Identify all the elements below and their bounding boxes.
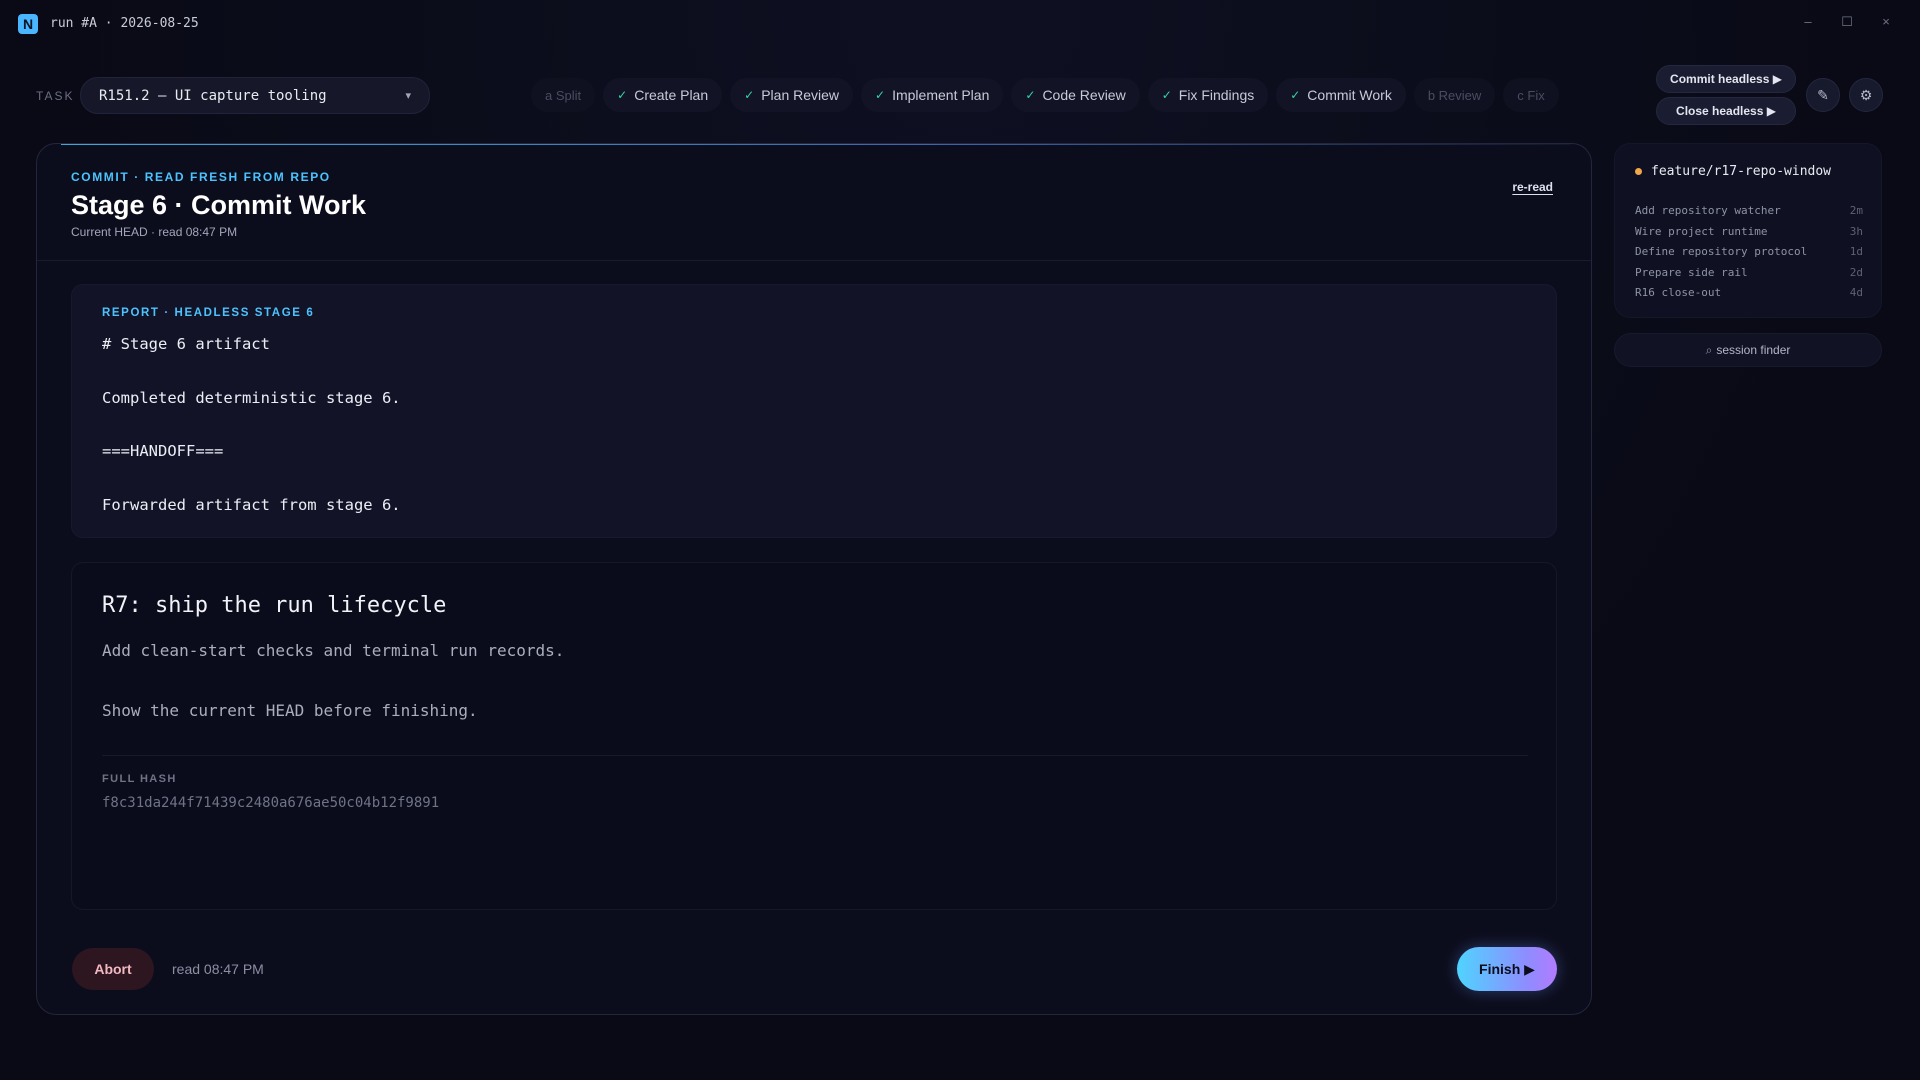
commit-age: 2d	[1849, 265, 1863, 279]
maximize-icon[interactable]: ☐	[1837, 14, 1857, 30]
commit-headless-button[interactable]: Commit headless ▶	[1656, 65, 1796, 93]
finish-button[interactable]: Finish ▶	[1457, 947, 1557, 991]
report-line: Forwarded artifact from stage 6.	[102, 496, 401, 514]
report-line: Completed deterministic stage 6.	[102, 389, 401, 407]
branch-label: feature/r17-repo-window	[1651, 164, 1832, 179]
list-item[interactable]: Prepare side rail 2d	[1635, 266, 1863, 279]
commit-age: 4d	[1849, 286, 1863, 299]
task-select-value: R151.2 — UI capture tooling	[99, 87, 327, 104]
commit-age: 2m	[1849, 204, 1863, 217]
commit-age: 1d	[1849, 245, 1863, 258]
stage-tab[interactable]: ✓ Implement Plan	[861, 78, 1004, 112]
task-label: TASK	[36, 89, 75, 103]
panel-eyebrow: COMMIT · READ FRESH FROM REPO	[71, 170, 331, 184]
list-item[interactable]: Add repository watcher 2m	[1635, 204, 1863, 217]
edit-icon[interactable]: ✎	[1806, 78, 1840, 112]
abort-button[interactable]: Abort	[72, 948, 154, 990]
stage-tab-label: Fix Findings	[1178, 87, 1255, 103]
divider	[37, 260, 1591, 261]
check-icon: ✓	[617, 88, 628, 102]
close-headless-button[interactable]: Close headless ▶	[1656, 97, 1796, 125]
stage-tab-label: Create Plan	[634, 87, 709, 103]
commit-card: R7: ship the run lifecycle Add clean-sta…	[71, 562, 1557, 910]
stage-tab-label: Commit Work	[1307, 87, 1392, 103]
window-title: run #A · 2026-08-25	[50, 16, 199, 31]
stage-tab-label: Implement Plan	[892, 87, 990, 103]
check-icon: ✓	[744, 88, 755, 102]
stage-tab[interactable]: ✓ Commit Work	[1276, 78, 1406, 112]
commit-age: 3h	[1849, 224, 1863, 238]
stage-tab[interactable]: ✓ Fix Findings	[1147, 78, 1269, 112]
list-item[interactable]: Wire project runtime 3h	[1635, 225, 1863, 238]
commit-message: Prepare side rail	[1635, 265, 1748, 279]
commit-panel: COMMIT · READ FRESH FROM REPO Stage 6 · …	[36, 143, 1592, 1015]
stage-tab[interactable]: ✓ Code Review	[1011, 78, 1140, 112]
panel-subtitle: Current HEAD · read 08:47 PM	[71, 225, 238, 239]
stage-tab-label: a Split	[545, 87, 582, 103]
chevron-down-icon: ▾	[405, 90, 411, 102]
check-icon: ✓	[1290, 88, 1301, 102]
stage-tab[interactable]: c Fix	[1503, 78, 1559, 112]
check-icon: ✓	[1161, 88, 1172, 102]
stage-tab[interactable]: ✓ Create Plan	[603, 78, 723, 112]
reread-link[interactable]: re-read	[1512, 180, 1553, 194]
stage-tab[interactable]: ✓ Plan Review	[730, 78, 854, 112]
commit-message: Define repository protocol	[1635, 245, 1808, 258]
panel-header: COMMIT · READ FRESH FROM REPO Stage 6 · …	[71, 170, 366, 239]
hash-label: FULL HASH	[102, 773, 177, 785]
report-line: # Stage 6 artifact	[102, 335, 270, 353]
commit-message: R16 close-out	[1635, 286, 1722, 299]
task-select[interactable]: R151.2 — UI capture tooling ▾	[80, 77, 430, 114]
commit-message: Add repository watcher	[1635, 204, 1781, 217]
commit-message: Wire project runtime	[1635, 224, 1768, 238]
commit-body-line: Show the current HEAD before finishing.	[102, 701, 478, 720]
branch-name: feature/r17-repo-window	[1635, 164, 1831, 179]
stage-tab-label: b Review	[1427, 87, 1482, 103]
stage-tab-label: Plan Review	[761, 87, 840, 103]
divider	[102, 755, 1528, 756]
check-icon: ✓	[875, 88, 886, 102]
stage-tab-label: Code Review	[1042, 87, 1126, 103]
stage-tab[interactable]: a Split	[531, 78, 596, 112]
minimize-icon[interactable]: –	[1798, 14, 1818, 29]
report-eyebrow: REPORT · HEADLESS STAGE 6	[102, 307, 315, 319]
app-logo-icon: N	[18, 14, 38, 34]
session-finder-label: session finder	[1716, 343, 1791, 357]
stage-tabs: a Split ✓ Create Plan ✓ Plan Review ✓ Implemen…	[531, 78, 1559, 112]
check-icon: ✓	[1025, 88, 1036, 102]
page-title: Stage 6 · Commit Work	[71, 190, 367, 220]
commit-hash: f8c31da244f71439c2480a676ae50c04b12f9891	[102, 795, 440, 811]
stage-tab[interactable]: b Review	[1413, 78, 1496, 112]
read-timestamp: read 08:47 PM	[172, 961, 264, 977]
report-card: REPORT · HEADLESS STAGE 6 # Stage 6 arti…	[71, 284, 1557, 538]
panel-accent-line	[61, 144, 1571, 145]
gear-icon[interactable]: ⚙	[1849, 78, 1883, 112]
title-bar: N run #A · 2026-08-25 – ☐ ×	[0, 0, 1920, 48]
report-line: ===HANDOFF===	[102, 442, 224, 460]
stage-tab-label: c Fix	[1517, 87, 1545, 103]
list-item[interactable]: Define repository protocol 1d	[1635, 245, 1863, 258]
list-item[interactable]: R16 close-out 4d	[1635, 286, 1863, 299]
search-icon: ⌕	[1705, 342, 1713, 357]
session-finder-button[interactable]: ⌕ session finder	[1614, 333, 1882, 367]
branch-card: feature/r17-repo-window Add repository w…	[1614, 143, 1882, 318]
commit-title: R7: ship the run lifecycle	[102, 593, 447, 618]
close-icon[interactable]: ×	[1876, 14, 1896, 29]
commit-body-line: Add clean-start checks and terminal run …	[102, 641, 565, 660]
branch-status-dot	[1635, 168, 1642, 175]
